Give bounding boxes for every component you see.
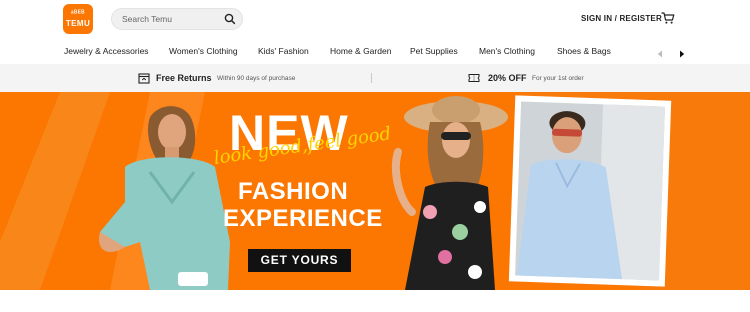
nav-item-womens-clothing[interactable]: Women's Clothing [169,46,238,56]
logo-glyph: ᵃᴮᴱᴮ [71,10,85,17]
chevron-right-icon [680,50,685,58]
nav-item-mens-clothing[interactable]: Men's Clothing [479,46,535,56]
search-bar [111,8,243,30]
search-button[interactable] [222,11,238,27]
hero-artwork [0,92,750,290]
nav-item-shoes-bags[interactable]: Shoes & Bags [557,46,611,56]
cart-icon [661,12,675,24]
temu-logo[interactable]: ᵃᴮᴱᴮ TEMU [63,4,93,34]
benefit-subtitle: Within 90 days of purchase [217,75,296,82]
benefit-subtitle: For your 1st order [532,75,584,82]
signin-register-link[interactable]: SIGN IN / REGISTER [581,14,662,23]
hero-line-experience: EXPERIENCE [223,205,383,232]
benefits-bar: Free Returns Within 90 days of purchase … [0,64,750,92]
model-middle-illustration [391,96,508,290]
return-box-icon [138,73,150,84]
benefit-title: 20% OFF [488,73,527,83]
coupon-icon [468,74,480,82]
nav-prev-button[interactable] [655,46,665,58]
nav-item-jewelry-accessories[interactable]: Jewelry & Accessories [64,46,149,56]
hero-line-fashion: FASHION [238,178,349,205]
logo-text: TEMU [65,19,91,28]
benefits-divider [371,73,372,83]
category-nav: Jewelry & Accessories Women's Clothing K… [0,38,750,64]
cart-button[interactable] [661,11,675,25]
get-yours-button[interactable]: GET YOURS [248,249,351,272]
search-input[interactable] [122,12,222,26]
nav-item-home-garden[interactable]: Home & Garden [330,46,391,56]
hero-banner[interactable]: NEW look good,feel good FASHION EXPERIEN… [0,92,750,290]
nav-item-pet-supplies[interactable]: Pet Supplies [410,46,458,56]
model-right-photo [508,95,672,287]
search-icon [224,13,236,25]
site-header: ᵃᴮᴱᴮ TEMU SIGN IN / REGISTER [0,0,750,38]
benefit-title: Free Returns [156,73,212,83]
chevron-left-icon [657,50,662,58]
nav-next-button[interactable] [677,46,687,58]
nav-item-kids-fashion[interactable]: Kids' Fashion [258,46,309,56]
